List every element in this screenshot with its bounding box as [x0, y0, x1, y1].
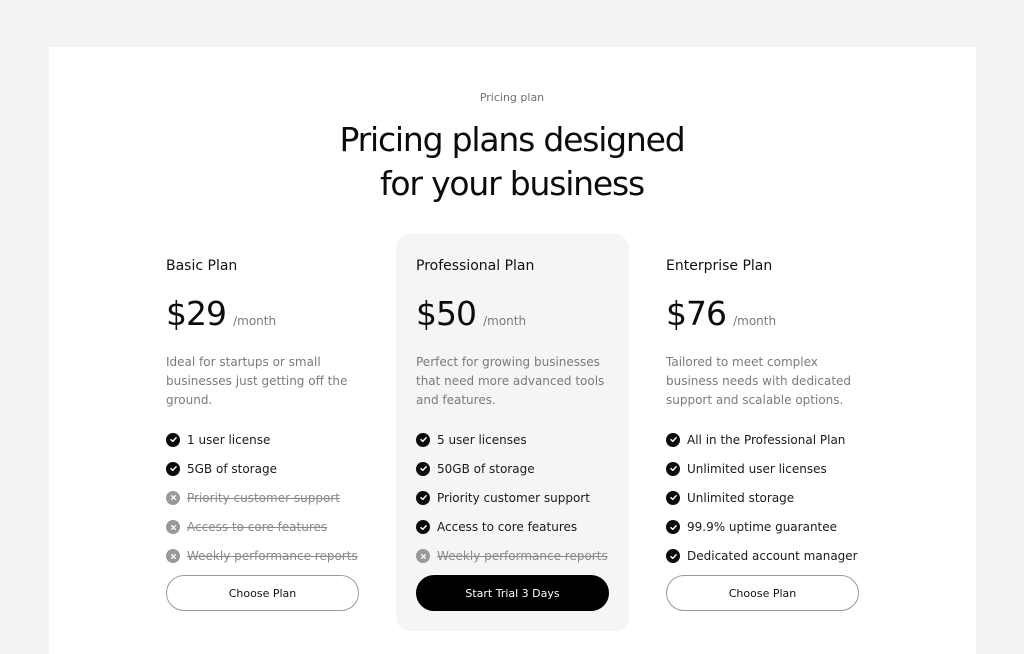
feature-list: 1 user license 5GB of storage Priority cus… — [166, 425, 376, 571]
feature-label: Access to core features — [437, 520, 578, 535]
feature-label: Unlimited user licenses — [687, 461, 827, 476]
plan-card-enterprise: Enterprise Plan $76 /month Tailored to m… — [646, 234, 879, 631]
price-row: $76 /month — [666, 294, 776, 333]
plan-price: $29 — [166, 294, 227, 333]
check-circle-icon — [666, 432, 680, 447]
feature-label: Access to core features — [187, 520, 328, 535]
title-line-1: Pricing plans designed — [339, 120, 686, 159]
check-circle-icon — [166, 461, 180, 476]
choose-plan-button[interactable]: Choose Plan — [666, 575, 859, 611]
feature-label: All in the Professional Plan — [687, 432, 846, 447]
price-row: $50 /month — [416, 294, 526, 333]
feature-included: Unlimited user licenses — [666, 454, 876, 483]
check-circle-icon — [666, 520, 680, 535]
plan-price: $50 — [416, 294, 477, 333]
feature-included: Access to core features — [416, 513, 626, 542]
start-trial-button[interactable]: Start Trial 3 Days — [416, 575, 609, 611]
x-circle-icon — [166, 549, 180, 564]
feature-label: 5 user licenses — [437, 432, 527, 447]
plan-name: Enterprise Plan — [666, 258, 773, 274]
feature-list: All in the Professional Plan Unlimited us… — [666, 425, 876, 571]
feature-included: Dedicated account manager — [666, 542, 876, 571]
plan-description: Perfect for growing businesses that need… — [416, 355, 605, 407]
plan-card-professional: Professional Plan $50 /month Perfect for… — [396, 234, 629, 631]
section-eyebrow: Pricing plan — [479, 91, 545, 104]
feature-included: 50GB of storage — [416, 454, 626, 483]
x-circle-icon — [166, 490, 180, 505]
feature-label: 50GB of storage — [437, 461, 535, 476]
plan-card-basic: Basic Plan $29 /month Ideal for startups… — [146, 234, 379, 631]
price-period: /month — [733, 314, 777, 328]
check-circle-icon — [666, 549, 680, 564]
check-circle-icon — [166, 432, 180, 447]
feature-included: 5GB of storage — [166, 454, 376, 483]
feature-label: Weekly performance reports — [437, 549, 608, 564]
feature-excluded: Weekly performance reports — [416, 542, 626, 571]
feature-included: 5 user licenses — [416, 425, 626, 454]
feature-label: 99.9% uptime guarantee — [687, 520, 838, 535]
check-circle-icon — [666, 461, 680, 476]
plan-description: Ideal for startups or small businesses j… — [166, 355, 348, 407]
choose-plan-button[interactable]: Choose Plan — [166, 575, 359, 611]
plan-name: Professional Plan — [416, 258, 535, 274]
feature-excluded: Priority customer support — [166, 483, 376, 512]
feature-included: 99.9% uptime guarantee — [666, 513, 876, 542]
feature-included: 1 user license — [166, 425, 376, 454]
plan-price: $76 — [666, 294, 727, 333]
x-circle-icon — [416, 549, 430, 564]
feature-label: Priority customer support — [187, 490, 340, 505]
plan-name: Basic Plan — [166, 258, 238, 274]
feature-label: Dedicated account manager — [687, 549, 858, 564]
feature-label: 1 user license — [187, 432, 271, 447]
check-circle-icon — [416, 461, 430, 476]
feature-included: Priority customer support — [416, 483, 626, 512]
title-line-2: for your business — [380, 164, 645, 203]
price-period: /month — [233, 314, 277, 328]
check-circle-icon — [416, 490, 430, 505]
feature-label: Unlimited storage — [687, 490, 795, 505]
check-circle-icon — [416, 432, 430, 447]
page-title: Pricing plans designed for your business — [0, 118, 1024, 206]
plan-description: Tailored to meet complex business needs … — [666, 355, 852, 407]
feature-included: Unlimited storage — [666, 483, 876, 512]
feature-label: Priority customer support — [437, 490, 590, 505]
x-circle-icon — [166, 520, 180, 535]
feature-included: All in the Professional Plan — [666, 425, 876, 454]
price-period: /month — [483, 314, 527, 328]
check-circle-icon — [666, 490, 680, 505]
feature-excluded: Access to core features — [166, 513, 376, 542]
feature-excluded: Weekly performance reports — [166, 542, 376, 571]
feature-list: 5 user licenses 50GB of storage Priority c… — [416, 425, 626, 571]
price-row: $29 /month — [166, 294, 276, 333]
feature-label: Weekly performance reports — [187, 549, 358, 564]
feature-label: 5GB of storage — [187, 461, 277, 476]
check-circle-icon — [416, 520, 430, 535]
